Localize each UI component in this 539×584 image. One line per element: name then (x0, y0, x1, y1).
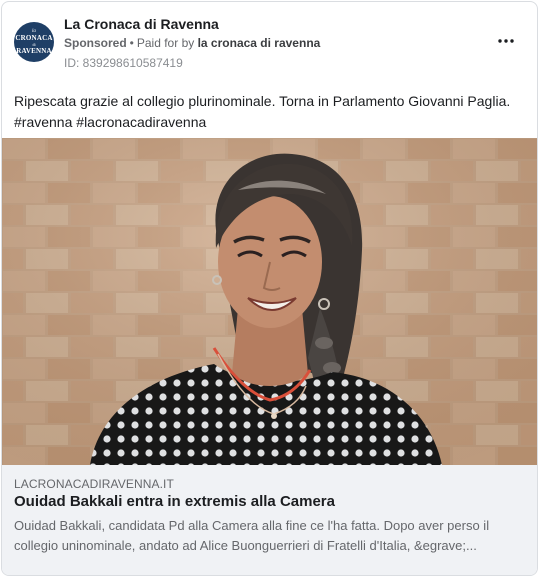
paid-for-by-label: Paid for by (136, 36, 195, 50)
post-caption: Ripescata grazie al collegio plurinomina… (14, 91, 519, 133)
ad-id: ID: 839298610587419 (64, 56, 183, 70)
separator-dot: • (129, 36, 134, 50)
payer-name: la cronaca di ravenna (197, 36, 321, 50)
sponsored-post-card: la CRONACA di RAVENNA La Cronaca di Rave… (1, 1, 538, 576)
post-header: la CRONACA di RAVENNA La Cronaca di Rave… (2, 2, 537, 82)
more-options-button[interactable] (495, 30, 517, 52)
hashtag-list: #ravenna #lacronacadiravenna (14, 112, 519, 133)
more-horizontal-icon (498, 39, 514, 43)
avatar-text-line: RAVENNA (16, 47, 52, 55)
sponsored-label: Sponsored (64, 36, 127, 50)
page-avatar[interactable]: la CRONACA di RAVENNA (14, 22, 54, 62)
post-text: Ripescata grazie al collegio plurinomina… (14, 93, 511, 109)
post-image[interactable] (2, 138, 537, 465)
portrait-photo (2, 138, 537, 465)
hashtag-link[interactable]: #ravenna (14, 114, 72, 130)
hashtag-link[interactable]: #lacronacadiravenna (76, 114, 206, 130)
page-name-link[interactable]: La Cronaca di Ravenna (64, 16, 219, 32)
link-preview[interactable]: LACRONACADIRAVENNA.IT Ouidad Bakkali ent… (2, 465, 537, 575)
sponsor-line: Sponsored • Paid for by la cronaca di rave… (64, 36, 320, 50)
link-title[interactable]: Ouidad Bakkali entra in extremis alla Ca… (14, 493, 335, 510)
avatar-text-line: CRONACA (15, 34, 53, 42)
link-domain: LACRONACADIRAVENNA.IT (14, 477, 174, 491)
link-description: Ouidad Bakkali, candidata Pd alla Camera… (14, 518, 490, 553)
